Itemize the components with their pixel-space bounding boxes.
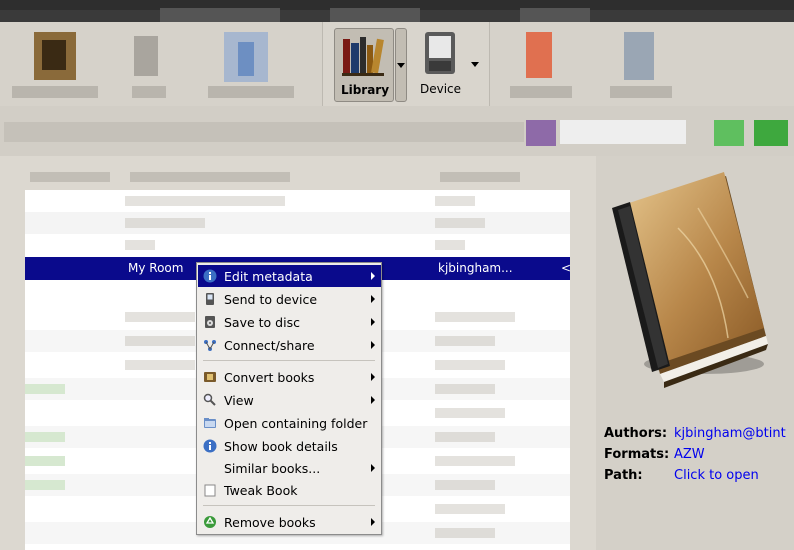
submenu-arrow-icon <box>371 295 375 303</box>
submenu-arrow-icon <box>371 373 375 381</box>
book-list-header <box>0 166 596 188</box>
path-link[interactable]: Click to open <box>674 468 759 483</box>
device-icon <box>206 293 214 305</box>
library-dropdown-button[interactable] <box>395 28 407 102</box>
tweak-icon <box>204 484 216 497</box>
menu-item-label: Convert books <box>224 370 315 385</box>
menu-item-connect-share[interactable]: Connect/share <box>198 334 381 356</box>
chevron-down-icon <box>397 63 405 68</box>
book-extra-cell: < <box>561 261 572 275</box>
authors-row: Authors: kjbingham@btint <box>604 426 786 447</box>
menu-item-view[interactable]: View <box>198 389 381 411</box>
search-bar <box>0 106 794 156</box>
book-details-pane: Authors: kjbingham@btint Formats: AZW Path… <box>596 156 794 550</box>
authors-label: Authors: <box>604 426 668 441</box>
submenu-arrow-icon <box>371 341 375 349</box>
menu-item-save-to-disc[interactable]: Save to disc <box>198 311 381 333</box>
menu-item-send-to-device[interactable]: Send to device <box>198 288 381 310</box>
menu-separator <box>203 360 375 361</box>
submenu-arrow-icon <box>371 464 375 472</box>
submenu-arrow-icon <box>371 272 375 280</box>
main-toolbar: Library Device <box>0 22 794 106</box>
blurred-icon[interactable] <box>754 120 788 146</box>
blurred-toolbar-button[interactable] <box>128 26 172 102</box>
disk-icon <box>205 316 215 328</box>
table-row[interactable] <box>25 212 570 234</box>
menu-item-label: Send to device <box>224 292 318 307</box>
menu-item-convert-books[interactable]: Convert books <box>198 366 381 388</box>
formats-row: Formats: AZW <box>604 447 786 468</box>
ereader-icon <box>425 32 455 74</box>
blurred-toolbar-button[interactable] <box>606 26 676 102</box>
blurred-title <box>520 8 590 22</box>
menu-item-label: Connect/share <box>224 338 315 353</box>
menu-item-label: Save to disc <box>224 315 300 330</box>
context-menu: Edit metadata Send to device Save to dis… <box>196 262 382 535</box>
submenu-arrow-icon <box>371 396 375 404</box>
convert-icon <box>204 372 216 382</box>
menu-item-label: Similar books... <box>224 461 321 476</box>
menu-item-label: Show book details <box>224 439 338 454</box>
authors-link[interactable]: kjbingham@btint <box>674 426 786 441</box>
path-label: Path: <box>604 468 643 483</box>
info-icon <box>203 269 217 283</box>
blurred-title <box>160 8 280 22</box>
menu-item-label: Edit metadata <box>224 269 313 284</box>
blurred-toolbar-button[interactable] <box>8 26 102 102</box>
menu-item-label: Open containing folder <box>224 416 368 431</box>
menu-item-edit-metadata[interactable]: Edit metadata <box>198 265 381 287</box>
magnifier-icon <box>203 393 216 406</box>
submenu-arrow-icon <box>371 518 375 526</box>
blurred-icon[interactable] <box>526 120 556 146</box>
path-row: Path: Click to open <box>604 468 786 489</box>
blurred-title <box>330 8 420 22</box>
blurred-search-field[interactable] <box>560 120 686 144</box>
library-button[interactable]: Library <box>334 28 394 102</box>
folder-icon <box>204 418 216 428</box>
library-device-group: Library Device <box>322 22 490 106</box>
formats-label: Formats: <box>604 447 670 462</box>
formats-link[interactable]: AZW <box>674 447 705 462</box>
menu-item-label: View <box>224 393 254 408</box>
blurred-search-field[interactable] <box>4 122 524 142</box>
blurred-toolbar-button[interactable] <box>204 26 298 102</box>
blurred-toolbar-button[interactable] <box>506 26 576 102</box>
chevron-down-icon[interactable] <box>471 62 479 67</box>
device-button[interactable]: Device <box>413 28 479 102</box>
table-row[interactable] <box>25 190 570 212</box>
menu-item-tweak-book[interactable]: Tweak Book <box>198 479 381 501</box>
submenu-arrow-icon <box>371 318 375 326</box>
menu-separator <box>203 505 375 506</box>
table-row[interactable] <box>25 234 570 256</box>
menu-item-open-containing-folder[interactable]: Open containing folder <box>198 412 381 434</box>
book-title-cell: My Room <box>128 261 184 275</box>
menu-item-similar-books[interactable]: Similar books... <box>198 457 381 479</box>
book-cover-icon[interactable] <box>608 168 776 396</box>
blurred-icon[interactable] <box>714 120 744 146</box>
info-icon <box>203 439 217 453</box>
device-label: Device <box>419 82 462 96</box>
menu-item-show-book-details[interactable]: Show book details <box>198 435 381 457</box>
menu-item-label: Remove books <box>224 515 316 530</box>
book-author-cell: kjbingham... <box>438 261 513 275</box>
library-icon <box>342 37 384 76</box>
recycle-icon <box>204 516 216 528</box>
menu-item-label: Tweak Book <box>224 483 298 498</box>
library-label: Library <box>340 83 390 97</box>
book-details: Authors: kjbingham@btint Formats: AZW Path… <box>604 426 786 489</box>
menu-item-remove-books[interactable]: Remove books <box>198 511 381 533</box>
network-icon <box>204 340 216 351</box>
